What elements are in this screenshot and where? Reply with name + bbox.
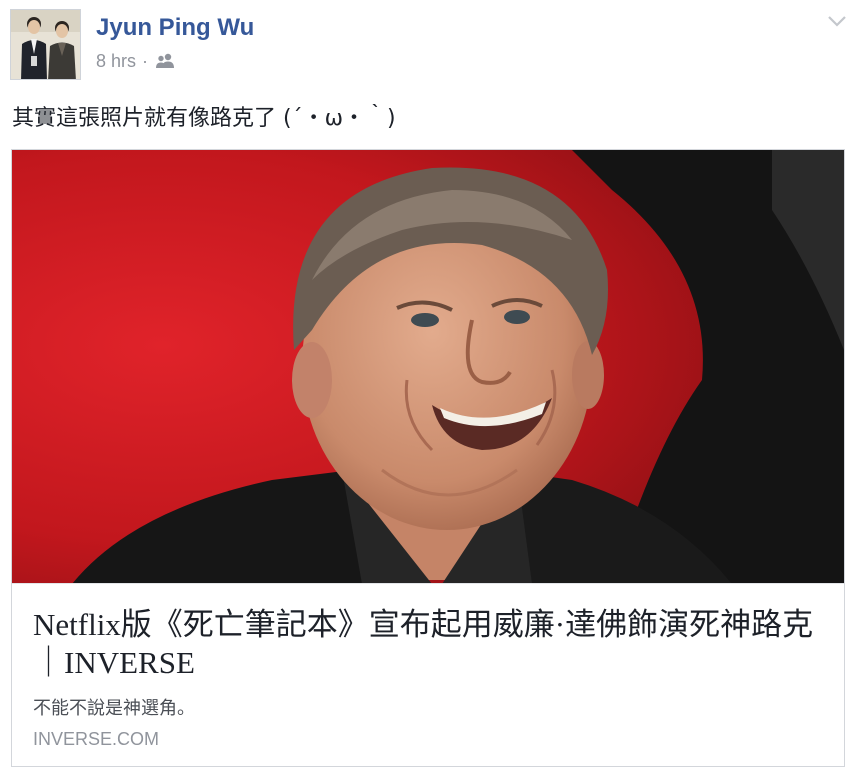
avatar-photo bbox=[11, 10, 80, 79]
post-timestamp[interactable]: 8 hrs bbox=[96, 51, 136, 72]
link-preview-image[interactable] bbox=[12, 150, 844, 584]
post-status-text: 其實這張照片就有像路克了 (´・ω・｀) bbox=[12, 106, 396, 131]
link-preview-card[interactable]: Netflix版《死亡筆記本》宣布起用威廉·達佛飾演死神路克｜INVERSE 不… bbox=[11, 149, 845, 767]
meta-separator: · bbox=[142, 50, 149, 71]
avatar[interactable] bbox=[10, 9, 81, 80]
link-preview-title[interactable]: Netflix版《死亡筆記本》宣布起用威廉·達佛飾演死神路克｜INVERSE bbox=[33, 606, 823, 682]
chevron-down-icon[interactable] bbox=[827, 14, 847, 28]
author-name[interactable]: Jyun Ping Wu bbox=[96, 14, 254, 42]
link-preview-description: 不能不說是神選角。 bbox=[33, 698, 195, 719]
link-preview-domain: INVERSE.COM bbox=[33, 729, 160, 749]
news-feed-post: Jyun Ping Wu 8 hrs · 其實這張照片就有像路克了 (´・ω・｀… bbox=[0, 0, 863, 775]
link-preview-body[interactable]: Netflix版《死亡筆記本》宣布起用威廉·達佛飾演死神路克｜INVERSE 不… bbox=[33, 606, 823, 720]
post-meta: 8 hrs · bbox=[96, 50, 176, 72]
friends-icon[interactable] bbox=[154, 53, 176, 69]
